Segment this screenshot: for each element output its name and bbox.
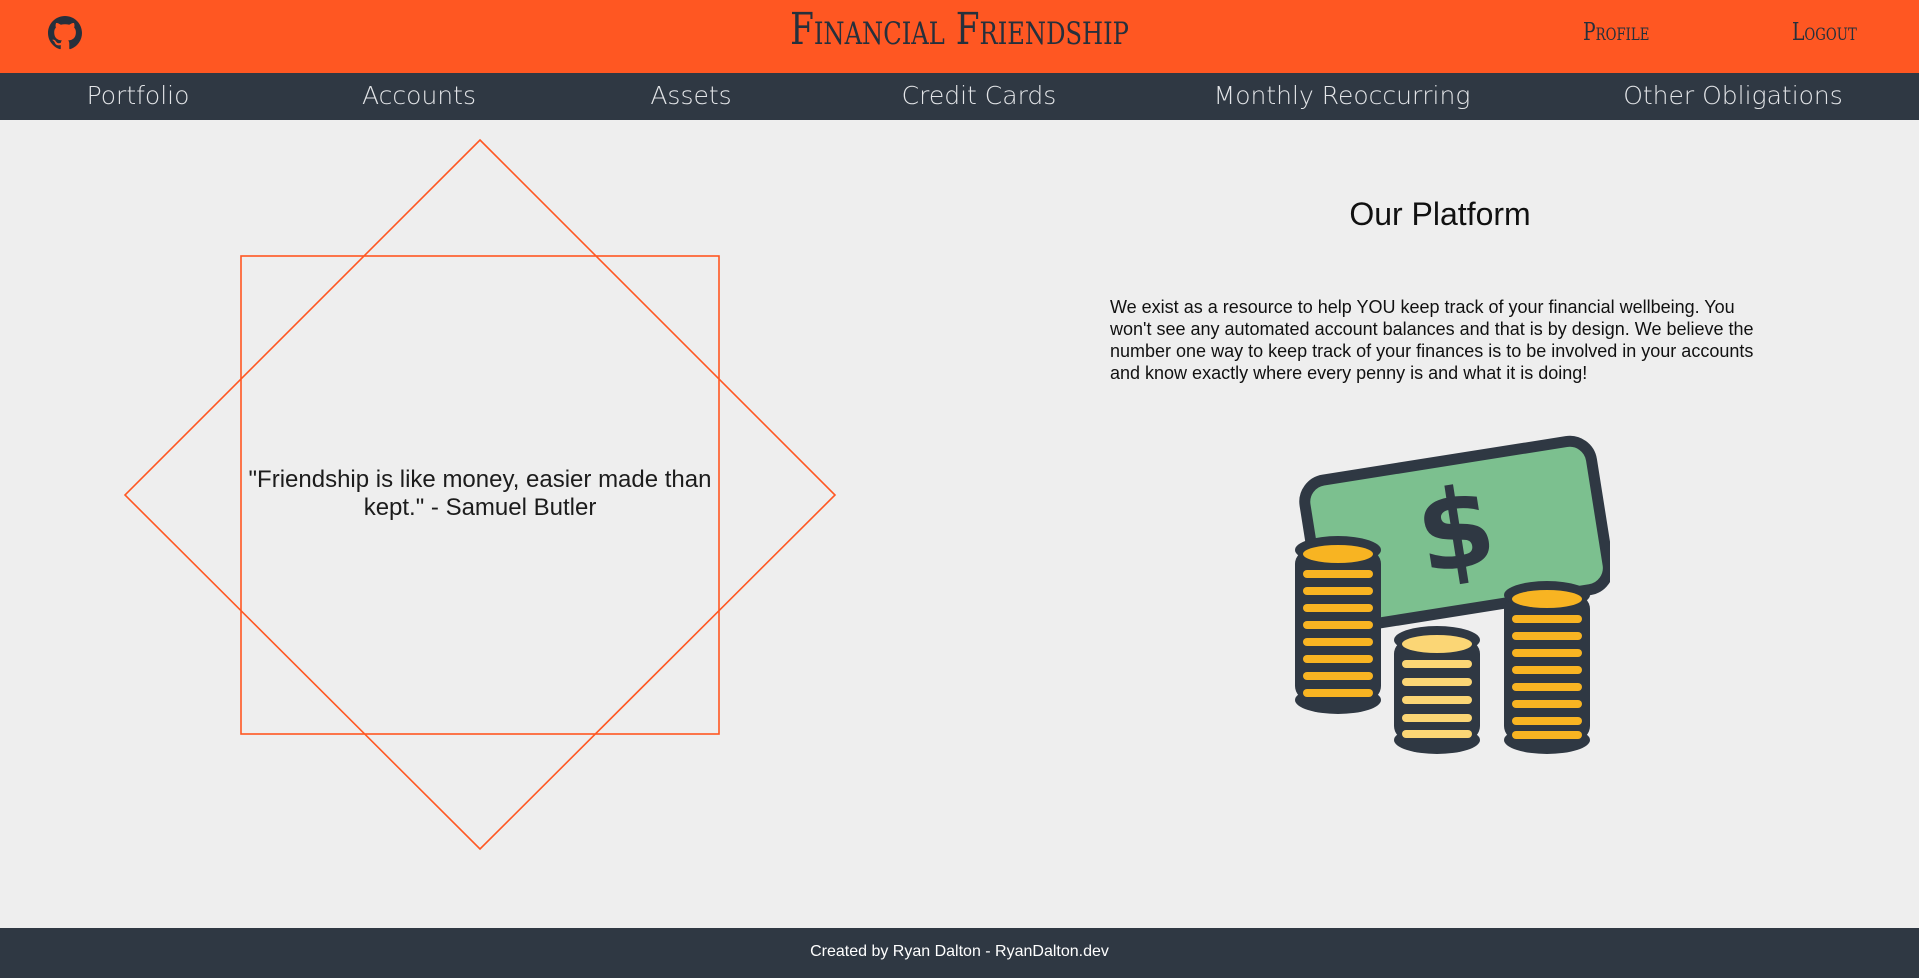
footer: Created by Ryan Dalton - RyanDalton.dev [0,928,1919,978]
coin-stack-right [1504,581,1590,754]
coin-stack-left [1295,536,1381,714]
coin-stack-middle [1394,626,1480,754]
platform-description: We exist as a resource to help YOU keep … [1110,297,1754,383]
platform-title: Our Platform [1349,196,1531,232]
money-coins-illustration: $ [1295,435,1610,754]
quote-text: "Friendship is like money, easier made t… [248,466,712,521]
footer-credit[interactable]: Created by Ryan Dalton - RyanDalton.dev [810,943,1109,961]
